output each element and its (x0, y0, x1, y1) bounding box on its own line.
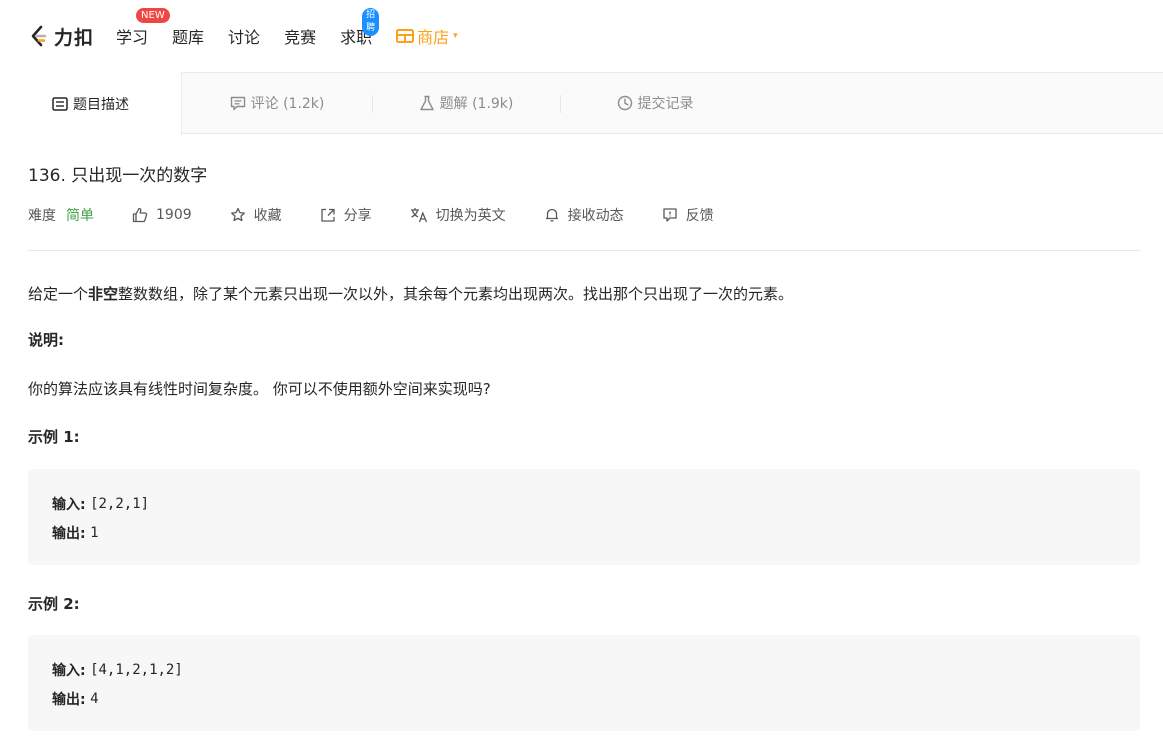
tab-comments[interactable]: 评论 (1.2k) (182, 72, 372, 134)
nav-store-label: 商店 (417, 28, 450, 47)
input-label: 输入: (52, 496, 86, 513)
nav-store[interactable]: 商店 ▾ (396, 24, 458, 48)
leetcode-logo-icon (28, 25, 50, 47)
logo-text: 力扣 (54, 26, 95, 49)
intro-text-rest: 整数数组，除了某个元素只出现一次以外，其余每个元素均出现两次。找出那个只出现了一… (118, 285, 794, 303)
subscribe-label: 接收动态 (567, 208, 624, 224)
output-label: 输出: (52, 525, 86, 542)
chevron-down-icon: ▾ (453, 31, 458, 41)
share-label: 分享 (343, 208, 372, 224)
note-heading: 说明: (28, 331, 64, 349)
new-badge: NEW (136, 8, 170, 23)
example-1-input: 输入: [2,2,1] (52, 489, 1116, 518)
example-2-input: 输入: [4,1,2,1,2] (52, 655, 1116, 684)
logo[interactable]: 力扣 (28, 23, 94, 50)
clock-icon (617, 95, 632, 111)
subscribe-button[interactable]: 接收动态 (544, 205, 624, 225)
input-value: [4,1,2,1,2] (90, 661, 183, 678)
store-icon (396, 29, 415, 43)
output-value: 4 (90, 690, 99, 707)
example-2-output: 输出: 4 (52, 684, 1116, 713)
nav-contest-label: 竞赛 (284, 28, 317, 47)
tab-solutions[interactable]: 题解 (1.9k) (372, 72, 560, 134)
tab-submissions[interactable]: 提交记录 (560, 72, 750, 134)
description-icon (52, 96, 68, 111)
note-text: 你的算法应该具有线性时间复杂度。 你可以不使用额外空间来实现吗? (28, 380, 491, 398)
hiring-badge: 招聘 (362, 8, 380, 36)
problem-meta: 难度 简单 1909 收藏 分享 切换为英文 接收动态 反馈 (28, 204, 752, 226)
favorite-label: 收藏 (253, 208, 282, 224)
thumbs-up-icon (132, 207, 148, 223)
nav-learn-label: 学习 (116, 28, 149, 47)
flask-icon (419, 95, 434, 111)
tab-solutions-label: 题解 (1.9k) (439, 96, 514, 112)
difficulty-label: 难度 (28, 208, 56, 224)
example-1-output: 输出: 1 (52, 518, 1116, 547)
tab-comments-label: 评论 (1.2k) (250, 96, 325, 112)
like-count: 1909 (156, 207, 192, 223)
top-nav: 力扣 学习 NEW 题库 讨论 竞赛 求职 招聘 商店 ▾ (0, 0, 1163, 72)
translate-icon (410, 208, 427, 223)
translate-button[interactable]: 切换为英文 (410, 205, 506, 225)
star-icon (230, 207, 245, 222)
problem-tabs: 题目描述 评论 (1.2k) 题解 (1.9k) 提交记录 (0, 72, 1163, 135)
nav-problemset[interactable]: 题库 (172, 24, 204, 48)
tab-submissions-label: 提交记录 (637, 96, 694, 112)
nav-learn[interactable]: 学习 NEW (116, 8, 170, 48)
example-2-block: 输入: [4,1,2,1,2] 输出: 4 (28, 635, 1140, 731)
example-1-block: 输入: [2,2,1] 输出: 1 (28, 469, 1140, 565)
output-label: 输出: (52, 691, 86, 708)
output-value: 1 (90, 524, 99, 541)
nav-discuss-label: 讨论 (228, 28, 261, 47)
bell-icon (545, 208, 558, 222)
feedback-button[interactable]: 反馈 (662, 205, 714, 225)
problem-intro: 给定一个非空整数数组，除了某个元素只出现一次以外，其余每个元素均出现两次。找出那… (28, 283, 793, 304)
example-1-heading: 示例 1: (28, 428, 80, 446)
feedback-icon (662, 208, 677, 222)
nav-jobs[interactable]: 求职 招聘 (340, 8, 380, 48)
problem-title: 136. 只出现一次的数字 (28, 166, 208, 186)
tab-description[interactable]: 题目描述 (0, 72, 182, 135)
input-value: [2,2,1] (90, 495, 150, 512)
feedback-label: 反馈 (685, 208, 714, 224)
like-button[interactable]: 1909 (132, 207, 192, 223)
comment-icon (230, 96, 245, 110)
intro-emphasis: 非空 (88, 285, 119, 303)
example-2-heading: 示例 2: (28, 595, 80, 613)
nav-discuss[interactable]: 讨论 (228, 24, 260, 48)
content-divider (28, 250, 1140, 251)
favorite-button[interactable]: 收藏 (230, 205, 282, 225)
translate-label: 切换为英文 (435, 208, 506, 224)
difficulty-value: 简单 (66, 208, 94, 224)
input-label: 输入: (52, 662, 86, 679)
share-icon (320, 208, 335, 222)
nav-problemset-label: 题库 (172, 28, 205, 47)
intro-text: 给定一个 (28, 285, 89, 303)
nav-contest[interactable]: 竞赛 (284, 24, 316, 48)
tab-description-label: 题目描述 (73, 96, 129, 113)
share-button[interactable]: 分享 (320, 205, 372, 225)
